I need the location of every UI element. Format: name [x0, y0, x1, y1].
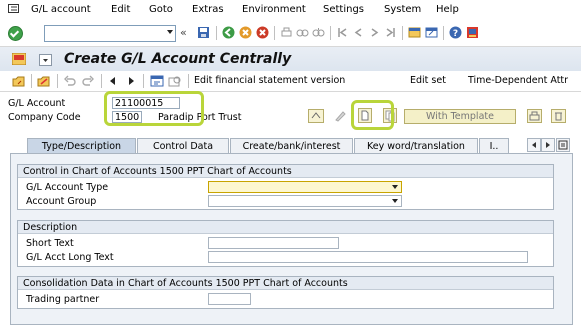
menu-edit[interactable]: Edit: [111, 4, 130, 15]
chevron-down-icon[interactable]: [392, 199, 398, 203]
tab-type-description[interactable]: Type/Description: [27, 138, 136, 153]
separator: [31, 74, 32, 88]
transaction-icon: [12, 53, 26, 65]
tab-key-word-translation[interactable]: Key word/translation: [354, 138, 478, 153]
time-dependent-icon[interactable]: [150, 75, 164, 87]
company-code-label: Company Code: [8, 112, 81, 123]
menu-settings[interactable]: Settings: [323, 4, 364, 15]
separator: [143, 74, 144, 88]
customize-layout-icon[interactable]: [466, 26, 479, 39]
edit-set-button[interactable]: Edit set: [410, 75, 446, 86]
account-group-label: Account Group: [26, 196, 97, 207]
group-title: Consolidation Data in Chart of Accounts …: [18, 277, 553, 290]
next-icon[interactable]: [127, 76, 136, 86]
redo-icon[interactable]: [82, 75, 95, 87]
control-group: Control in Chart of Accounts 1500 PPT Ch…: [17, 164, 554, 210]
menu-environment[interactable]: Environment: [242, 4, 306, 15]
save-icon[interactable]: [197, 26, 210, 39]
help-icon[interactable]: ?: [449, 26, 462, 39]
double-left-arrow-icon[interactable]: «: [180, 26, 187, 39]
long-text-label: G/L Acct Long Text: [26, 252, 114, 263]
menu-bar: G/L account Edit Goto Extras Environment…: [0, 0, 581, 20]
standard-toolbar: « ?: [0, 20, 581, 47]
highlight-box: [104, 91, 204, 126]
account-type-label: G/L Account Type: [26, 182, 109, 193]
time-dependent-attr-button[interactable]: Time-Dependent Attr: [468, 75, 568, 86]
cancel-icon[interactable]: [256, 26, 269, 39]
account-group-select[interactable]: [208, 195, 402, 207]
tab-control-data[interactable]: Control Data: [137, 138, 229, 153]
separator: [101, 74, 102, 88]
tab-more[interactable]: I..: [479, 138, 509, 153]
first-page-icon[interactable]: [336, 26, 349, 39]
consolidation-group: Consolidation Data in Chart of Accounts …: [17, 276, 554, 309]
separator: [216, 26, 217, 40]
highlight-box: [351, 100, 394, 130]
find-icon[interactable]: [296, 26, 309, 39]
find-next-icon[interactable]: [312, 26, 325, 39]
menu-extras[interactable]: Extras: [192, 4, 224, 15]
application-toolbar: Edit financial statement version Edit se…: [0, 71, 581, 92]
separator: [402, 26, 403, 40]
group-title: Control in Chart of Accounts 1500 PPT Ch…: [18, 165, 553, 178]
chevron-down-icon[interactable]: [392, 185, 398, 189]
print-icon[interactable]: [527, 109, 542, 123]
trading-partner-input[interactable]: [208, 293, 251, 305]
with-template-button[interactable]: With Template: [404, 109, 516, 124]
page-title: Create G/L Account Centrally: [64, 51, 292, 67]
edit-pencil-icon[interactable]: [332, 109, 348, 123]
tab-strip: Type/Description Control Data Create/ban…: [10, 138, 573, 154]
separator: [330, 26, 331, 40]
gl-account-label: G/L Account: [8, 98, 66, 109]
display-change-icon[interactable]: [37, 75, 50, 87]
chevron-down-icon[interactable]: [167, 30, 173, 34]
command-field[interactable]: [44, 25, 176, 42]
undo-icon[interactable]: [63, 75, 76, 87]
back-icon[interactable]: [222, 26, 235, 39]
separator: [188, 74, 189, 88]
description-group: Description Short Text G/L Acct Long Tex…: [17, 220, 554, 267]
short-text-label: Short Text: [26, 238, 74, 249]
short-text-input[interactable]: [208, 237, 339, 249]
svg-text:?: ?: [453, 29, 458, 39]
previous-page-icon[interactable]: [352, 26, 365, 39]
long-text-input[interactable]: [208, 251, 528, 263]
tab-scroll-right-icon[interactable]: [541, 138, 555, 152]
separator: [443, 26, 444, 40]
edit-fs-version-button[interactable]: Edit financial statement version: [194, 75, 345, 86]
exit-icon[interactable]: [239, 26, 252, 39]
menu-gl-account[interactable]: G/L account: [31, 4, 91, 15]
group-title: Description: [18, 221, 553, 234]
menu-dropdown-icon[interactable]: [39, 54, 52, 66]
next-page-icon[interactable]: [368, 26, 381, 39]
menu-goto[interactable]: Goto: [149, 4, 173, 15]
tab-scroll-left-icon[interactable]: [527, 138, 541, 152]
where-used-icon[interactable]: [168, 75, 182, 87]
separator: [274, 26, 275, 40]
menu-system[interactable]: System: [384, 4, 421, 15]
account-type-select[interactable]: [208, 181, 402, 193]
previous-icon[interactable]: [108, 76, 117, 86]
tab-list-icon[interactable]: [556, 138, 570, 152]
menu-help[interactable]: Help: [436, 4, 459, 15]
last-page-icon[interactable]: [384, 26, 397, 39]
new-session-icon[interactable]: [408, 26, 421, 39]
trading-partner-label: Trading partner: [26, 294, 100, 305]
tab-create-bank-interest[interactable]: Create/bank/interest: [230, 138, 353, 153]
separator: [57, 74, 58, 88]
compare-icon[interactable]: [308, 109, 324, 123]
delete-icon[interactable]: [551, 109, 566, 123]
enter-icon[interactable]: [8, 26, 23, 41]
other-account-icon[interactable]: [12, 75, 25, 87]
print-icon[interactable]: [280, 26, 293, 39]
shortcut-icon[interactable]: [425, 26, 438, 39]
menu-icon[interactable]: [8, 4, 19, 13]
